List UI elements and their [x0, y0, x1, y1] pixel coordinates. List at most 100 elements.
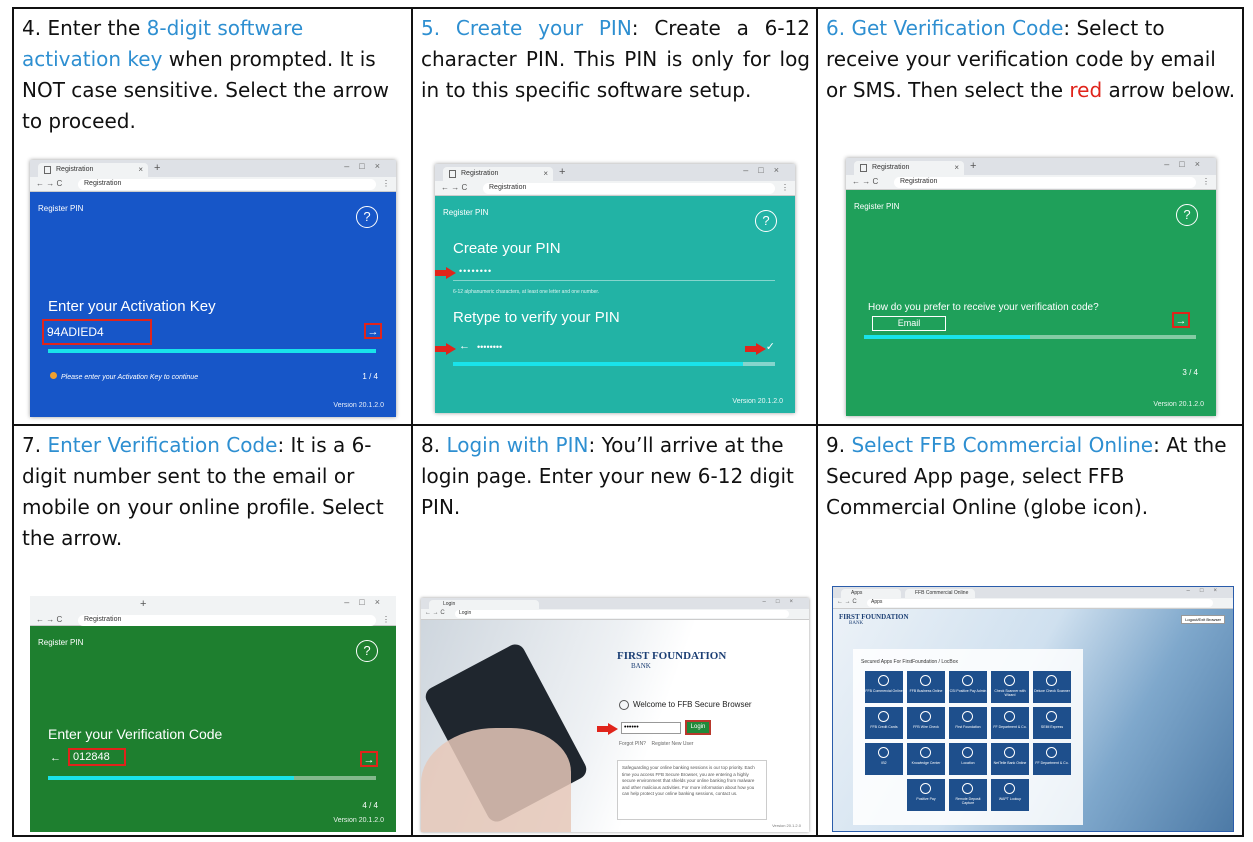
proceed-arrow-button[interactable]: → [1172, 312, 1190, 328]
app-tile[interactable]: IB2 [865, 743, 903, 775]
app-icon [1046, 711, 1057, 722]
nav-arrows-icon[interactable]: ← → C [425, 610, 445, 616]
close-tab-icon[interactable]: × [138, 165, 143, 174]
verify-pin-input[interactable]: •••••••• [477, 342, 502, 352]
app-icon [1004, 783, 1015, 794]
browser-tab[interactable]: Registration × [38, 163, 148, 177]
app-tile[interactable]: SEIM Express [1033, 707, 1071, 739]
new-tab-icon[interactable]: + [154, 162, 160, 174]
window-controls[interactable]: –□× [1187, 588, 1227, 594]
help-icon[interactable]: ? [755, 210, 777, 232]
window-controls[interactable]: –□× [743, 165, 789, 175]
hand-photo [421, 728, 571, 832]
app-tile[interactable]: Remote Deposit Capture [949, 779, 987, 811]
app-tile[interactable]: FFB Business Online [907, 671, 945, 703]
panel-title: Register PIN [38, 204, 84, 213]
address-bar[interactable]: Registration [894, 177, 1196, 188]
nav-arrows-icon[interactable]: ← → C [36, 179, 62, 188]
pin-field[interactable]: •••••• [621, 722, 681, 734]
window-controls[interactable]: –□× [763, 599, 803, 605]
login-links[interactable]: Forgot PIN? Register New User [619, 741, 693, 747]
login-button[interactable]: Login [685, 720, 711, 735]
pin-input[interactable]: •••••••• [459, 266, 492, 276]
menu-icon[interactable]: ⋮ [781, 183, 789, 192]
window-controls[interactable]: –□× [344, 597, 390, 607]
email-option-button[interactable]: Email [872, 316, 946, 331]
progress-bar [864, 335, 1196, 339]
browser-tab-commercial[interactable]: FFB Commercial Online [905, 589, 975, 598]
app-tile-label: Positive Pay [916, 797, 936, 801]
app-tile[interactable]: FF Department & Co. [991, 707, 1029, 739]
address-bar[interactable]: Registration [78, 179, 376, 190]
app-icon [1046, 747, 1057, 758]
registration-panel: Register PIN ? Enter your Activation Key… [30, 192, 396, 417]
app-tile[interactable]: FFB Credit Cards [865, 707, 903, 739]
page-icon [860, 164, 867, 172]
window-controls[interactable]: –□× [344, 161, 390, 171]
app-icon [920, 711, 931, 722]
app-tile[interactable]: CSI Positive Pay Admin [949, 671, 987, 703]
browser-tab[interactable]: Apps [841, 589, 901, 598]
logout-button[interactable]: Logout/Exit Browser [1181, 615, 1225, 624]
apps-header: Secured Apps For FirstFoundation / LocBo… [861, 659, 958, 665]
browser-tab[interactable]: Login [429, 600, 539, 609]
app-tile[interactable]: Check Scanner with Wizard [991, 671, 1029, 703]
proceed-arrow-button[interactable]: → [360, 751, 378, 767]
globe-icon [878, 675, 889, 686]
address-bar[interactable]: Login [455, 610, 789, 618]
back-arrow-icon[interactable]: ← [50, 752, 61, 764]
step-counter: 1 / 4 [362, 372, 378, 381]
verification-code-input[interactable]: 012848 [68, 748, 126, 766]
app-tile[interactable]: WAPT Lookup [991, 779, 1029, 811]
nav-arrows-icon[interactable]: ← → C [36, 615, 62, 624]
step-7-number: 7. [22, 433, 48, 457]
step-7-link[interactable]: Enter Verification Code [47, 433, 277, 457]
app-icon [962, 747, 973, 758]
address-bar[interactable]: Registration [483, 183, 775, 194]
address-bar[interactable]: Apps [867, 599, 1213, 607]
new-tab-icon[interactable]: + [970, 160, 976, 172]
step-5-link[interactable]: 5. Create your PIN [421, 16, 632, 40]
address-bar[interactable]: Registration [78, 615, 376, 626]
window-controls[interactable]: –□× [1164, 159, 1210, 169]
app-tile[interactable]: NetTelle Bank Online [991, 743, 1029, 775]
menu-icon[interactable]: ⋮ [382, 615, 390, 624]
close-tab-icon[interactable]: × [954, 163, 959, 172]
verification-method-screenshot: Registration × + –□× ← → C Registration ⋮ Reg… [846, 158, 1216, 416]
new-tab-icon[interactable]: + [559, 166, 565, 178]
help-icon[interactable]: ? [356, 640, 378, 662]
app-tile-label: WAPT Lookup [998, 797, 1022, 801]
app-tile[interactable]: Location [949, 743, 987, 775]
help-icon[interactable]: ? [356, 206, 378, 228]
new-tab-icon[interactable]: + [140, 598, 146, 610]
version-label: Version 20.1.2.0 [333, 817, 384, 824]
nav-arrows-icon[interactable]: ← → C [441, 183, 467, 192]
app-tile-label: IB2 [881, 761, 887, 765]
activation-key-input[interactable]: 94ADIED4 [42, 319, 152, 345]
confirm-check-icon[interactable]: ✓ [766, 340, 775, 353]
app-tile-label: FFB Commercial Online [865, 689, 903, 693]
app-tile[interactable]: FFB Wire Check [907, 707, 945, 739]
close-tab-icon[interactable]: × [543, 169, 548, 178]
menu-icon[interactable]: ⋮ [1202, 177, 1210, 186]
app-tile[interactable]: First Foundation [949, 707, 987, 739]
nav-arrows-icon[interactable]: ← → C [837, 599, 857, 605]
app-tile[interactable]: Knowledge Center [907, 743, 945, 775]
ffb-commercial-online-tile[interactable]: FFB Commercial Online [865, 671, 903, 703]
browser-tab[interactable]: Registration × [443, 167, 553, 181]
browser-tab[interactable]: Registration × [854, 161, 964, 175]
step-9-link[interactable]: Select FFB Commercial Online [851, 433, 1153, 457]
proceed-arrow-button[interactable]: → [364, 323, 382, 339]
step-6-link[interactable]: 6. Get Verification Code [826, 16, 1063, 40]
app-tile[interactable]: FF Department & Co. [1033, 743, 1071, 775]
app-tile-label: First Foundation [955, 725, 981, 729]
step-6-caption: 6. Get Verification Code: Select to rece… [826, 13, 1236, 106]
app-tile[interactable]: Positive Pay [907, 779, 945, 811]
app-tile[interactable]: Deluxe Check Scanner [1033, 671, 1071, 703]
step-8-link[interactable]: Login with PIN [446, 433, 588, 457]
help-icon[interactable]: ? [1176, 204, 1198, 226]
nav-arrows-icon[interactable]: ← → C [852, 177, 878, 186]
back-arrow-icon[interactable]: ← [459, 340, 470, 352]
activation-heading: Enter your Activation Key [48, 298, 216, 315]
menu-icon[interactable]: ⋮ [382, 179, 390, 188]
